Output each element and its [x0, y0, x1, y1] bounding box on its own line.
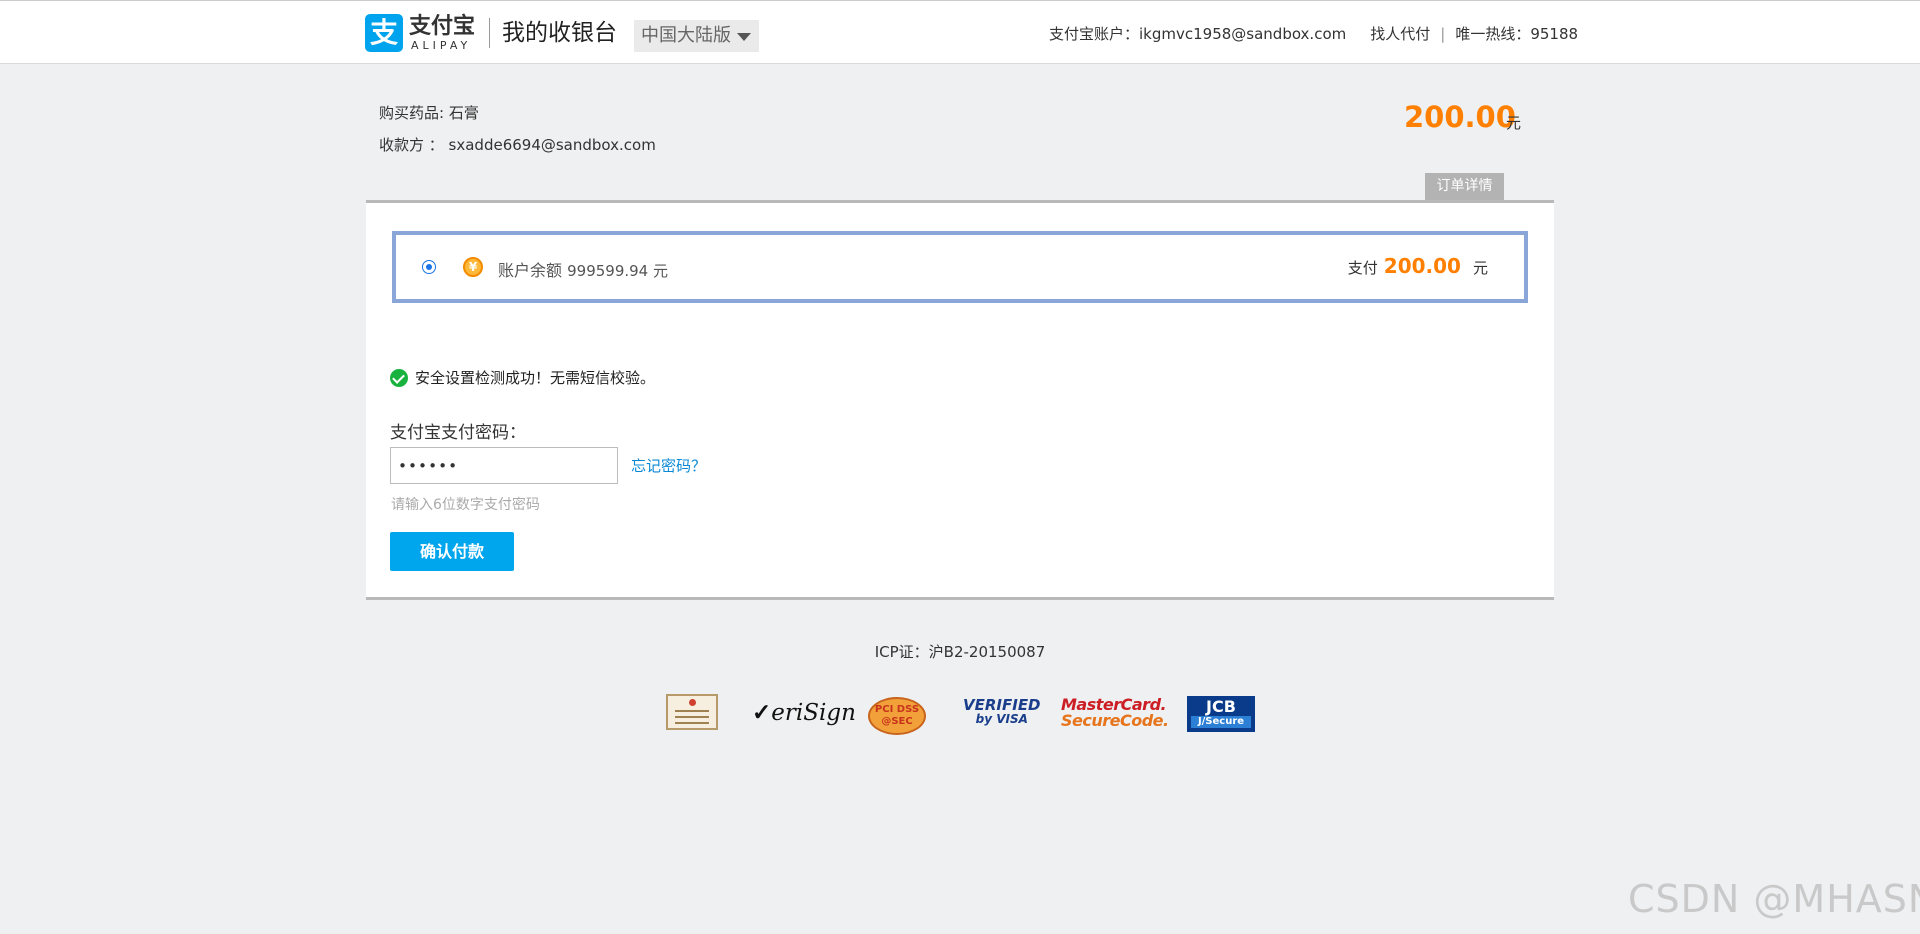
region-selector[interactable]: 中国大陆版	[634, 20, 759, 52]
jcb-jsecure-badge[interactable]: JCB J/Secure	[1187, 696, 1255, 732]
pay-amount-summary: 支付 200.00 元	[1348, 254, 1488, 278]
balance-label: 账户余额 999599.94 元	[498, 257, 668, 281]
verisign-check-icon: ✓	[752, 699, 772, 726]
security-message-text: 安全设置检测成功！无需短信校验。	[415, 369, 656, 387]
jcb-text-bottom: J/Secure	[1191, 716, 1251, 728]
security-check-message: 安全设置检测成功！无需短信校验。	[390, 367, 655, 388]
alipay-logo[interactable]: 支 支付宝 ALIPAY	[365, 14, 477, 52]
order-payee: 收款方 ： sxadde6694@sandbox.com	[379, 136, 656, 154]
password-hint: 请输入6位数字支付密码	[391, 497, 540, 513]
account-label: 支付宝账户：ikgmvc1958@sandbox.com	[1049, 25, 1347, 43]
csdn-watermark: CSDN @MHASNQ	[1628, 877, 1920, 921]
alipay-cashier-page: 支 支付宝 ALIPAY 我的收银台 中国大陆版 支付宝账户：ikgmvc195…	[0, 0, 1920, 934]
pay-amount: 200.00	[1383, 254, 1461, 278]
balance-value: 999599.94 元	[567, 262, 668, 280]
yen-coin-icon: ¥	[463, 257, 483, 277]
payment-panel: ¥ 账户余额 999599.94 元 支付 200.00 元 安全设置检测成功！…	[366, 200, 1554, 600]
check-circle-icon	[390, 368, 408, 387]
header-separator: |	[1440, 25, 1446, 43]
pci-dss-badge[interactable]: PCI DSS @SEC	[868, 697, 926, 735]
verisign-badge[interactable]: ✓eriSign	[752, 698, 856, 736]
top-header: 支 支付宝 ALIPAY 我的收银台 中国大陆版 支付宝账户：ikgmvc195…	[0, 0, 1920, 64]
alipay-logo-icon: 支	[365, 14, 403, 52]
payment-method-balance[interactable]: ¥ 账户余额 999599.94 元 支付 200.00 元	[392, 231, 1528, 303]
password-label: 支付宝支付密码：	[390, 423, 526, 443]
page-title: 我的收银台	[502, 20, 617, 46]
alipay-logo-en-text: ALIPAY	[411, 39, 472, 52]
balance-radio[interactable]	[422, 260, 436, 274]
balance-label-text: 账户余额	[498, 261, 563, 280]
proxy-pay-link[interactable]: 找人代付	[1370, 25, 1430, 43]
mastercard-securecode-badge[interactable]: MasterCard. SecureCode.	[1061, 697, 1169, 735]
order-product: 购买药品: 石膏	[379, 104, 479, 122]
visa-text-top: VERIFIED	[963, 696, 1041, 714]
mc-text-bottom: SecureCode.	[1061, 711, 1169, 730]
jcb-text-top: JCB	[1206, 697, 1236, 716]
password-input[interactable]	[390, 447, 618, 484]
order-amount: 200.00	[1404, 100, 1516, 134]
forgot-password-link[interactable]: 忘记密码？	[631, 455, 706, 476]
pci-text-top: PCI DSS	[874, 704, 920, 715]
cert-seal-badge[interactable]	[666, 694, 718, 730]
header-divider	[489, 18, 490, 48]
header-account-info: 支付宝账户：ikgmvc1958@sandbox.com 找人代付 | 唯一热线…	[1049, 25, 1578, 43]
alipay-logo-cn-text: 支付宝	[409, 14, 476, 39]
pci-text-bottom: @SEC	[881, 716, 913, 727]
confirm-payment-button[interactable]: 确认付款	[390, 532, 514, 571]
region-selector-label: 中国大陆版	[641, 25, 731, 46]
pay-unit: 元	[1472, 259, 1488, 277]
order-detail-tab[interactable]: 订单详情	[1425, 173, 1504, 200]
icp-license: ICP证：沪B2-20150087	[874, 643, 1046, 661]
pay-prefix: 支付	[1347, 259, 1378, 277]
hotline-text: 唯一热线：95188	[1455, 25, 1579, 43]
verisign-text: eriSign	[771, 700, 856, 726]
verified-by-visa-badge[interactable]: VERIFIED by VISA	[963, 698, 1041, 736]
chevron-down-icon	[737, 33, 751, 41]
order-amount-unit: 元	[1506, 114, 1522, 132]
visa-text-bottom: by VISA	[975, 712, 1028, 726]
